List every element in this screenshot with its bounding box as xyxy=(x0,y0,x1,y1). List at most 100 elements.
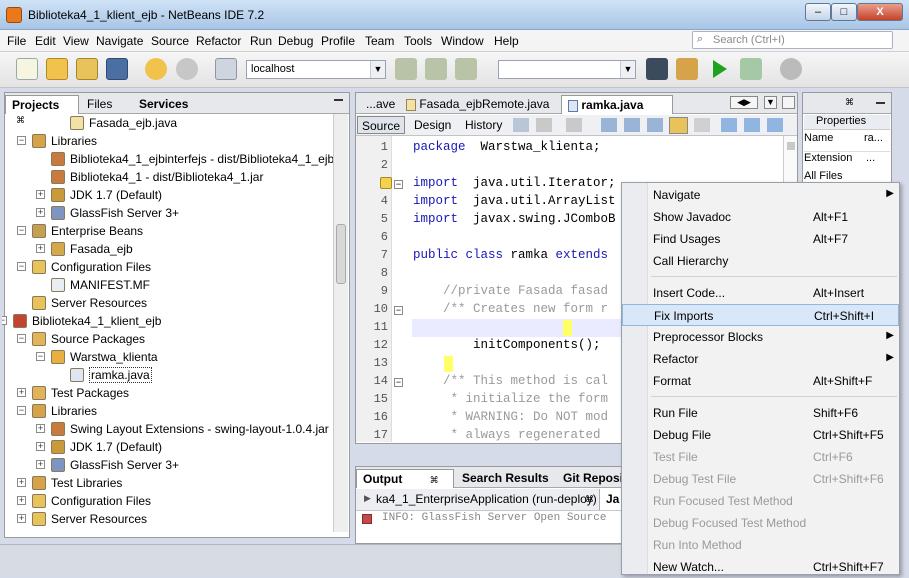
collapse-icon[interactable]: − xyxy=(17,262,26,271)
close-icon[interactable]: ⌘ xyxy=(845,97,854,108)
prev-bookmark-icon[interactable] xyxy=(721,118,737,132)
menu-window[interactable]: Window xyxy=(441,34,484,48)
menu-team[interactable]: Team xyxy=(365,34,394,48)
code-line[interactable]: public class ramka extends xyxy=(413,248,608,262)
context-menu-item[interactable]: Navigate ▶ xyxy=(622,184,899,206)
tab-list-icon[interactable]: ▼ xyxy=(764,96,777,109)
collapse-icon[interactable]: − xyxy=(2,316,7,325)
tree-item[interactable]: + GlassFish Server 3+ xyxy=(2,456,332,474)
context-menu-item[interactable]: Refactor ▶ xyxy=(622,348,899,370)
tree-item[interactable]: − Libraries xyxy=(2,132,332,150)
tab-git-repository[interactable]: Git Reposi xyxy=(557,469,629,488)
expand-icon[interactable]: + xyxy=(36,442,45,451)
tree-item[interactable]: − Enterprise Beans xyxy=(2,222,332,240)
code-line[interactable]: /** Creates new form r xyxy=(413,302,608,316)
tree-item[interactable]: − Configuration Files xyxy=(2,258,332,276)
tree-item[interactable]: + Swing Layout Extensions - swing-layout-… xyxy=(2,420,332,438)
search-input[interactable]: ⌕ Search (Ctrl+I) xyxy=(692,31,893,49)
tab-design[interactable]: Design xyxy=(414,118,451,132)
collapse-icon[interactable]: − xyxy=(17,406,26,415)
tree-item[interactable]: + Test Packages xyxy=(2,384,332,402)
tree-item[interactable]: Fasada_ejb.java xyxy=(2,114,332,132)
fold-collapse-icon[interactable]: − xyxy=(394,378,403,387)
collapse-icon[interactable]: − xyxy=(17,334,26,343)
code-line[interactable]: * initialize the form xyxy=(413,392,609,406)
run-icon[interactable] xyxy=(713,60,727,78)
close-icon[interactable]: ⌘ xyxy=(585,494,594,505)
expand-icon[interactable]: + xyxy=(36,460,45,469)
expand-icon[interactable]: + xyxy=(36,190,45,199)
server-icon[interactable] xyxy=(215,58,237,80)
minimize-panel-icon[interactable] xyxy=(334,99,343,101)
code-line[interactable]: * WARNING: Do NOT mod xyxy=(413,410,609,424)
context-menu-item[interactable]: Show Javadoc Alt+F1 xyxy=(622,206,899,228)
tab-services[interactable]: Services xyxy=(133,95,194,114)
tab-history[interactable]: History xyxy=(465,118,502,132)
minimize-panel-icon[interactable] xyxy=(876,102,885,104)
maximize-button[interactable]: □ xyxy=(831,3,857,21)
tree-item[interactable]: Biblioteka4_1_ejbinterfejs - dist/Biblio… xyxy=(2,150,341,168)
code-line[interactable]: /** This method is cal xyxy=(413,374,608,388)
new-file-icon[interactable] xyxy=(16,58,38,80)
menu-help[interactable]: Help xyxy=(494,34,519,48)
menu-refactor[interactable]: Refactor xyxy=(196,34,241,48)
tree-item[interactable]: + Configuration Files xyxy=(2,492,332,510)
tree-scrollbar[interactable] xyxy=(333,114,348,532)
tree-item[interactable]: + Test Libraries xyxy=(2,474,332,492)
expand-icon[interactable]: + xyxy=(17,514,26,523)
next-bookmark-icon[interactable] xyxy=(744,118,760,132)
menu-tools[interactable]: Tools xyxy=(404,34,432,48)
expand-icon[interactable]: + xyxy=(17,496,26,505)
new-project-icon[interactable] xyxy=(46,58,68,80)
context-menu-item[interactable]: Debug File Ctrl+Shift+F5 xyxy=(622,424,899,446)
context-menu-item[interactable]: Preprocessor Blocks ▶ xyxy=(622,326,899,348)
code-line[interactable]: //private Fasada fasad xyxy=(413,284,608,298)
tab-source[interactable]: Source xyxy=(357,116,405,134)
last-edit-icon[interactable] xyxy=(513,118,529,132)
tab-output[interactable]: Output ⌘ xyxy=(356,469,454,488)
context-menu-item[interactable]: Call Hierarchy xyxy=(622,250,899,272)
output-run-tab[interactable]: ka4_1_EnterpriseApplication (run-deploy) xyxy=(376,492,597,506)
code-line[interactable]: initComponents(); xyxy=(413,338,601,352)
code-line[interactable]: package Warstwa_klienta; xyxy=(413,140,601,154)
redo-icon[interactable] xyxy=(176,58,198,80)
deploy-icon[interactable] xyxy=(395,58,417,80)
open-project-icon[interactable] xyxy=(76,58,98,80)
tree-item[interactable]: + JDK 1.7 (Default) xyxy=(2,186,332,204)
collapse-icon[interactable]: − xyxy=(17,226,26,235)
tree-item[interactable]: − Libraries xyxy=(2,402,332,420)
collapse-icon[interactable]: − xyxy=(36,352,45,361)
collapse-icon[interactable]: − xyxy=(17,136,26,145)
context-menu-item[interactable]: Format Alt+Shift+F xyxy=(622,370,899,392)
code-line[interactable]: import java.util.ArrayList xyxy=(413,194,616,208)
menu-source[interactable]: Source xyxy=(151,34,189,48)
stop-icon[interactable] xyxy=(362,514,372,524)
tab-projects[interactable]: Projects ⌘ xyxy=(5,95,79,125)
pause-icon[interactable] xyxy=(455,58,477,80)
menu-view[interactable]: View xyxy=(63,34,89,48)
menu-debug[interactable]: Debug xyxy=(278,34,313,48)
tree-item[interactable]: − Warstwa_klienta xyxy=(2,348,332,366)
prop-extension-value[interactable]: ... xyxy=(866,152,875,164)
menu-navigate[interactable]: Navigate xyxy=(96,34,143,48)
tree-item[interactable]: + Fasada_ejb xyxy=(2,240,332,258)
close-button[interactable]: X xyxy=(857,3,903,21)
tree-item[interactable]: − Biblioteka4_1_klient_ejb xyxy=(2,312,332,330)
tab-prev-file[interactable]: ...ave xyxy=(360,95,401,114)
menu-run[interactable]: Run xyxy=(250,34,272,48)
context-menu-item[interactable]: Find Usages Alt+F7 xyxy=(622,228,899,250)
prop-name-value[interactable]: ra... xyxy=(864,132,883,144)
tree-item[interactable]: Biblioteka4_1 - dist/Biblioteka4_1.jar xyxy=(2,168,332,186)
tree-item[interactable]: Server Resources xyxy=(2,294,332,312)
code-line[interactable]: import javax.swing.JComboB xyxy=(413,212,616,226)
tree-item[interactable]: MANIFEST.MF xyxy=(2,276,332,294)
find-icon[interactable] xyxy=(601,118,617,132)
toggle-bookmark-icon[interactable] xyxy=(767,118,783,132)
tree-item[interactable]: + GlassFish Server 3+ xyxy=(2,204,332,222)
configuration-select[interactable]: ▼ xyxy=(498,60,636,79)
tree-item[interactable]: + Server Resources xyxy=(2,510,332,528)
maximize-panel-icon[interactable] xyxy=(782,96,795,109)
expand-icon[interactable]: + xyxy=(17,388,26,397)
menu-edit[interactable]: Edit xyxy=(35,34,56,48)
clean-icon[interactable] xyxy=(425,58,447,80)
